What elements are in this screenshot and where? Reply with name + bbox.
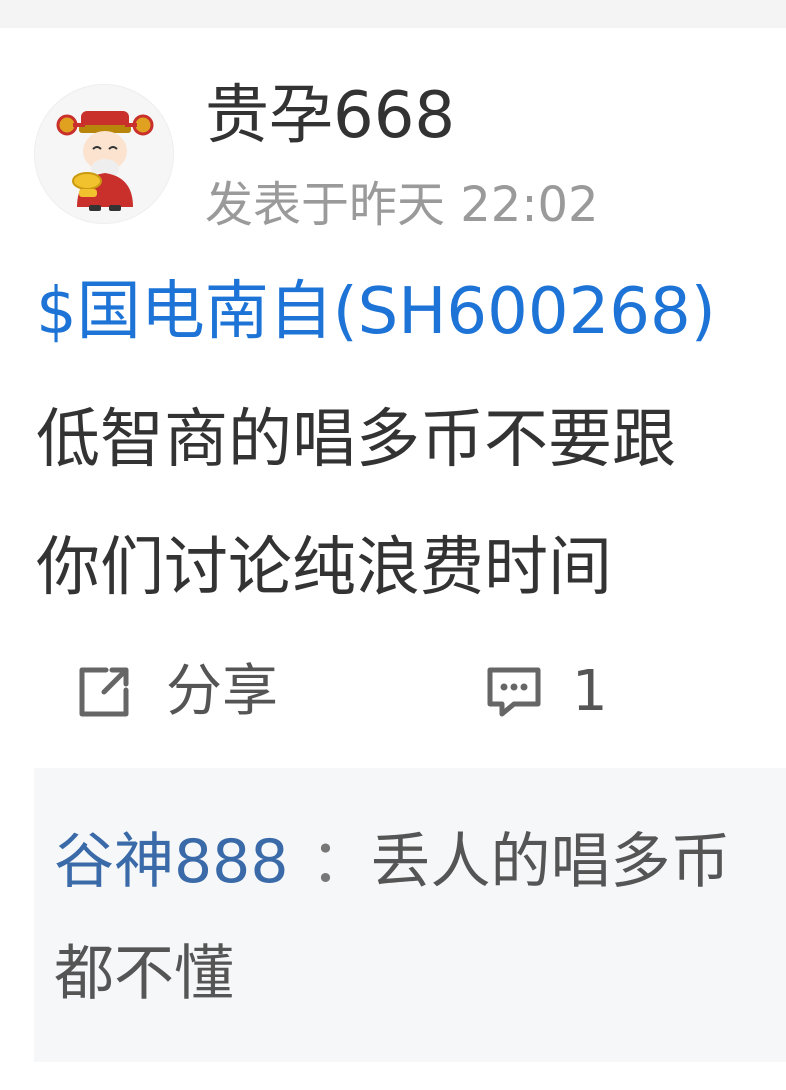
stock-tag-link[interactable]: $国电南自(SH600268) [36, 272, 716, 352]
post-content-line-2: 你们讨论纯浪费时间 [36, 531, 612, 605]
comment-separator: ： [310, 827, 371, 897]
post-author-name[interactable]: 贵孕668 [205, 80, 455, 152]
comment-bubble-icon [487, 667, 541, 717]
comment-text-line-1: 丢人的唱多币 [370, 827, 731, 897]
post-content-line-1: 低智商的唱多币不要跟 [36, 403, 676, 477]
comment-button[interactable]: 1 [484, 654, 608, 730]
share-external-icon [79, 667, 129, 717]
comment-text-line-2: 都不懂 [54, 939, 234, 1009]
user-avatar[interactable] [34, 84, 174, 224]
share-label: 分享 [166, 659, 278, 724]
comment-author[interactable]: 谷神888 [54, 827, 289, 897]
comment-preview-box[interactable] [34, 768, 786, 1062]
comment-line-1: 谷神888 ：丢人的唱多币 [54, 822, 731, 902]
god-of-wealth-avatar-icon [56, 111, 154, 211]
share-button[interactable]: 分享 [76, 654, 278, 730]
comment-count: 1 [572, 659, 608, 724]
top-divider-strip [0, 0, 786, 28]
post-timestamp: 发表于昨天 22:02 [205, 177, 599, 233]
